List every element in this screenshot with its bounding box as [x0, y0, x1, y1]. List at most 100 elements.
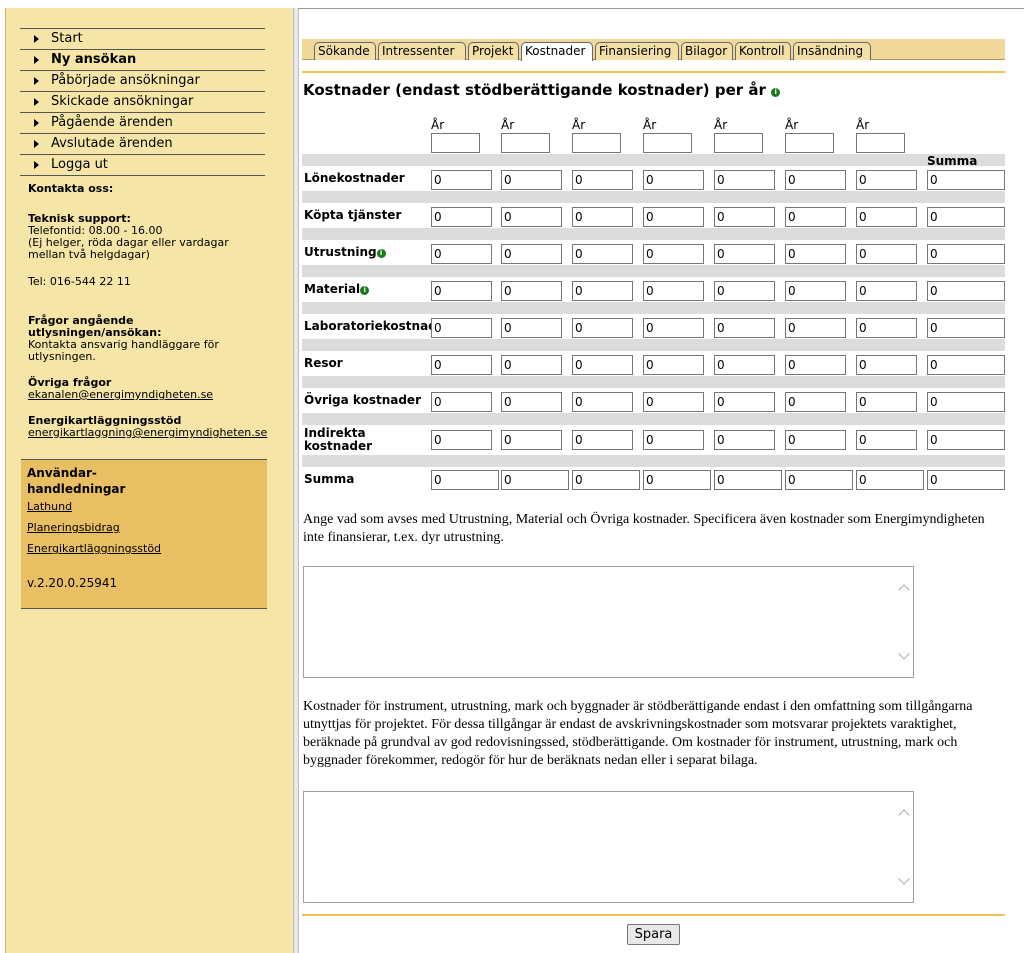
sum-cell-summa[interactable]	[572, 470, 640, 490]
cost-input-utrustning[interactable]	[572, 244, 633, 264]
cost-input-laboratoriekostnad[interactable]	[643, 318, 704, 338]
cost-input-kopta-tjanster[interactable]	[714, 207, 775, 227]
cost-input-indirekta-kostnader[interactable]	[572, 430, 633, 450]
year-input[interactable]	[856, 133, 905, 153]
nav-item-skickade[interactable]: Skickade ansökningar	[20, 91, 265, 112]
cost-input-kopta-tjanster[interactable]	[431, 207, 492, 227]
cost-input-material[interactable]	[927, 281, 1005, 301]
cost-input-utrustning[interactable]	[501, 244, 562, 264]
guide-link-energikartlaggningsstod[interactable]: Energikartläggningsstöd	[27, 542, 161, 555]
cost-input-resor[interactable]	[785, 355, 846, 375]
sum-cell-summa[interactable]	[856, 470, 924, 490]
energikartlaggning-email-link[interactable]: energikartlaggning@energimyndigheten.se	[28, 426, 267, 439]
cost-specification-textarea[interactable]	[303, 566, 914, 678]
info-icon[interactable]: i	[360, 286, 370, 295]
asset-cost-textarea[interactable]	[303, 791, 914, 903]
cost-input-lonekostnader[interactable]	[431, 170, 492, 190]
cost-input-lonekostnader[interactable]	[927, 170, 1005, 190]
sum-cell-summa[interactable]	[714, 470, 782, 490]
sum-cell-summa[interactable]	[501, 470, 569, 490]
cost-input-ovriga-kostnader[interactable]	[927, 392, 1005, 412]
cost-input-lonekostnader[interactable]	[643, 170, 704, 190]
cost-input-resor[interactable]	[431, 355, 492, 375]
cost-input-indirekta-kostnader[interactable]	[431, 430, 492, 450]
year-input[interactable]	[431, 133, 480, 153]
cost-input-laboratoriekostnad[interactable]	[714, 318, 775, 338]
cost-input-utrustning[interactable]	[856, 244, 917, 264]
nav-item-paborjade[interactable]: Påbörjade ansökningar	[20, 70, 265, 91]
cost-input-kopta-tjanster[interactable]	[501, 207, 562, 227]
tab-kostnader[interactable]: Kostnader	[521, 42, 593, 61]
cost-input-material[interactable]	[785, 281, 846, 301]
year-input[interactable]	[572, 133, 621, 153]
cost-input-lonekostnader[interactable]	[572, 170, 633, 190]
cost-input-kopta-tjanster[interactable]	[643, 207, 704, 227]
tab-bilagor[interactable]: Bilagor	[681, 42, 733, 60]
cost-input-resor[interactable]	[927, 355, 1005, 375]
cost-input-resor[interactable]	[856, 355, 917, 375]
cost-input-utrustning[interactable]	[431, 244, 492, 264]
cost-input-ovriga-kostnader[interactable]	[501, 392, 562, 412]
cost-input-kopta-tjanster[interactable]	[785, 207, 846, 227]
cost-input-indirekta-kostnader[interactable]	[501, 430, 562, 450]
tab-finansiering[interactable]: Finansiering	[595, 42, 679, 60]
cost-input-laboratoriekostnad[interactable]	[927, 318, 1005, 338]
cost-input-ovriga-kostnader[interactable]	[643, 392, 704, 412]
cost-input-ovriga-kostnader[interactable]	[856, 392, 917, 412]
cost-input-material[interactable]	[714, 281, 775, 301]
cost-input-laboratoriekostnad[interactable]	[431, 318, 492, 338]
cost-input-indirekta-kostnader[interactable]	[714, 430, 775, 450]
save-button[interactable]: Spara	[627, 924, 680, 945]
cost-input-resor[interactable]	[572, 355, 633, 375]
sum-cell-summa[interactable]	[643, 470, 711, 490]
cost-input-resor[interactable]	[501, 355, 562, 375]
cost-input-lonekostnader[interactable]	[856, 170, 917, 190]
cost-input-ovriga-kostnader[interactable]	[431, 392, 492, 412]
year-input[interactable]	[785, 133, 834, 153]
year-input[interactable]	[643, 133, 692, 153]
cost-input-lonekostnader[interactable]	[714, 170, 775, 190]
cost-input-ovriga-kostnader[interactable]	[714, 392, 775, 412]
cost-input-resor[interactable]	[714, 355, 775, 375]
cost-input-utrustning[interactable]	[927, 244, 1005, 264]
cost-input-ovriga-kostnader[interactable]	[572, 392, 633, 412]
info-icon[interactable]: i	[771, 88, 781, 97]
cost-input-indirekta-kostnader[interactable]	[643, 430, 704, 450]
cost-input-lonekostnader[interactable]	[785, 170, 846, 190]
year-input[interactable]	[501, 133, 550, 153]
cost-input-indirekta-kostnader[interactable]	[785, 430, 846, 450]
year-input[interactable]	[714, 133, 763, 153]
cost-input-ovriga-kostnader[interactable]	[785, 392, 846, 412]
tab-intressenter[interactable]: Intressenter	[378, 42, 466, 60]
cost-input-resor[interactable]	[643, 355, 704, 375]
cost-input-kopta-tjanster[interactable]	[927, 207, 1005, 227]
cost-input-kopta-tjanster[interactable]	[856, 207, 917, 227]
cost-input-laboratoriekostnad[interactable]	[785, 318, 846, 338]
nav-item-start[interactable]: Start	[20, 28, 265, 49]
nav-item-avslutade[interactable]: Avslutade ärenden	[20, 133, 265, 154]
guide-link-planeringsbidrag[interactable]: Planeringsbidrag	[27, 521, 120, 534]
cost-input-utrustning[interactable]	[643, 244, 704, 264]
tab-sokande[interactable]: Sökande	[314, 42, 376, 60]
nav-item-pagaende[interactable]: Pågående ärenden	[20, 112, 265, 133]
cost-input-material[interactable]	[431, 281, 492, 301]
cost-input-laboratoriekostnad[interactable]	[856, 318, 917, 338]
cost-input-material[interactable]	[643, 281, 704, 301]
cost-input-lonekostnader[interactable]	[501, 170, 562, 190]
other-questions-email-link[interactable]: ekanalen@energimyndigheten.se	[28, 388, 213, 401]
cost-input-indirekta-kostnader[interactable]	[927, 430, 1005, 450]
nav-item-logga-ut[interactable]: Logga ut	[20, 154, 265, 176]
cost-input-kopta-tjanster[interactable]	[572, 207, 633, 227]
cost-input-material[interactable]	[856, 281, 917, 301]
guide-link-lathund[interactable]: Lathund	[27, 500, 72, 513]
tab-kontroll[interactable]: Kontroll	[735, 42, 791, 60]
tab-projekt[interactable]: Projekt	[468, 42, 519, 60]
sum-cell-summa[interactable]	[927, 470, 1005, 490]
cost-input-material[interactable]	[501, 281, 562, 301]
cost-input-material[interactable]	[572, 281, 633, 301]
nav-item-ny-ansokan[interactable]: Ny ansökan	[20, 49, 265, 70]
sum-cell-summa[interactable]	[785, 470, 853, 490]
info-icon[interactable]: i	[376, 249, 386, 258]
cost-input-indirekta-kostnader[interactable]	[856, 430, 917, 450]
cost-input-utrustning[interactable]	[714, 244, 775, 264]
